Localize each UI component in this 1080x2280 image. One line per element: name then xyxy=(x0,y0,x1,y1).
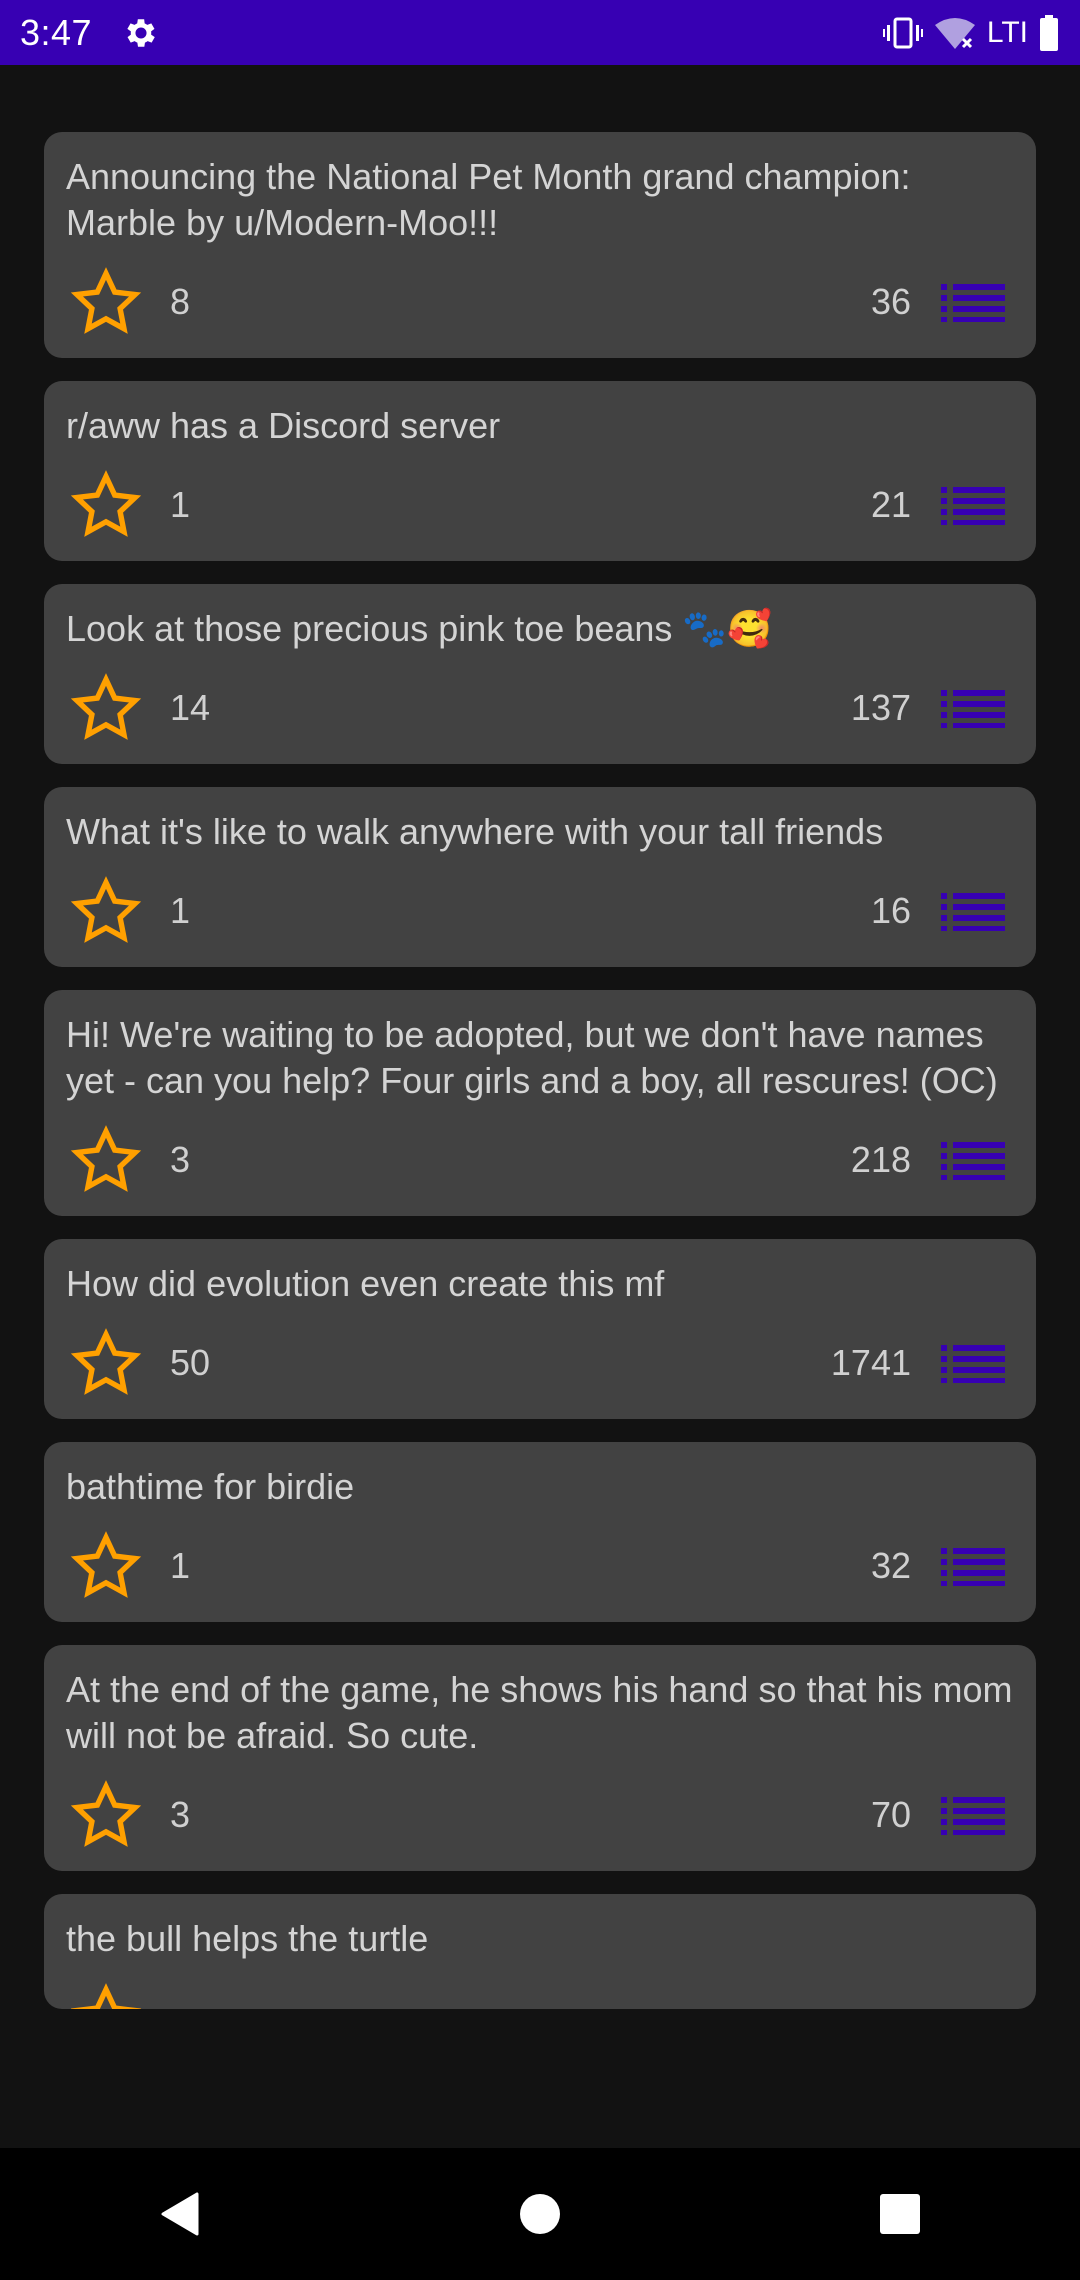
star-icon[interactable] xyxy=(70,672,142,744)
star-count: 50 xyxy=(170,1342,211,1383)
list-icon[interactable] xyxy=(941,485,1005,525)
post-actions: 1 32 xyxy=(66,1510,1014,1622)
post-card[interactable]: What it's like to walk anywhere with you… xyxy=(44,787,1036,967)
recents-icon xyxy=(880,2194,920,2234)
comment-count: 36 xyxy=(870,281,911,322)
post-title: At the end of the game, he shows his han… xyxy=(66,1669,1023,1756)
carrier-label: LTI xyxy=(986,15,1028,49)
post-card[interactable]: At the end of the game, he shows his han… xyxy=(44,1645,1036,1871)
status-icons: LTI xyxy=(882,14,1060,51)
star-icon[interactable] xyxy=(70,1779,142,1851)
comment-count: 1741 xyxy=(830,1342,911,1383)
list-icon[interactable] xyxy=(941,1343,1005,1383)
post-title: Look at those precious pink toe beans 🐾🥰 xyxy=(66,608,773,649)
back-button[interactable] xyxy=(140,2174,220,2254)
post-list-container[interactable]: Announcing the National Pet Month grand … xyxy=(0,65,1080,2148)
post-title: Announcing the National Pet Month grand … xyxy=(66,156,921,243)
post-list[interactable]: Announcing the National Pet Month grand … xyxy=(44,132,1036,2032)
comment-count: 137 xyxy=(850,687,911,728)
battery-icon xyxy=(1040,14,1058,51)
post-actions: 1 16 xyxy=(66,855,1014,967)
list-icon[interactable] xyxy=(941,1140,1005,1180)
comment-count: 70 xyxy=(870,1794,911,1835)
comment-count: 16 xyxy=(870,890,911,931)
post-card[interactable]: Announcing the National Pet Month grand … xyxy=(44,132,1036,358)
post-actions: 8 36 xyxy=(66,246,1014,358)
list-icon[interactable] xyxy=(941,282,1005,322)
comment-count: 21 xyxy=(870,484,911,525)
star-icon[interactable] xyxy=(70,875,142,947)
star-count: 1 xyxy=(170,890,191,931)
status-time: 3:47 xyxy=(20,11,93,53)
star-count: 1 xyxy=(170,484,191,525)
list-icon[interactable] xyxy=(941,891,1005,931)
post-card[interactable]: How did evolution even create this mf 50… xyxy=(44,1239,1036,1419)
post-title: How did evolution even create this mf xyxy=(66,1263,665,1304)
recents-button[interactable] xyxy=(860,2174,940,2254)
home-icon xyxy=(520,2194,560,2234)
list-icon[interactable] xyxy=(941,1795,1005,1835)
home-button[interactable] xyxy=(500,2174,580,2254)
star-count: 1 xyxy=(170,1545,191,1586)
star-icon[interactable] xyxy=(70,469,142,541)
list-icon[interactable] xyxy=(941,688,1005,728)
post-actions: 1 21 xyxy=(66,449,1014,561)
comment-count: 218 xyxy=(850,1139,911,1180)
post-title: bathtime for birdie xyxy=(66,1466,355,1507)
post-card[interactable]: Hi! We're waiting to be adopted, but we … xyxy=(44,990,1036,1216)
star-icon[interactable] xyxy=(70,1982,142,2009)
post-title: the bull helps the turtle xyxy=(66,1918,429,1959)
star-count: 3 xyxy=(170,1794,191,1835)
navigation-bar xyxy=(0,2148,1080,2280)
back-icon xyxy=(161,2192,199,2236)
post-actions: 3 70 xyxy=(66,1759,1014,1871)
list-icon[interactable] xyxy=(941,1546,1005,1586)
star-icon[interactable] xyxy=(70,1530,142,1602)
post-actions xyxy=(66,1962,1014,2009)
vibrate-icon xyxy=(882,17,923,48)
comment-count: 32 xyxy=(870,1545,911,1586)
post-title: r/aww has a Discord server xyxy=(66,405,501,446)
star-count: 14 xyxy=(170,687,211,728)
star-icon[interactable] xyxy=(70,1124,142,1196)
post-actions: 50 1741 xyxy=(66,1307,1014,1419)
star-count: 3 xyxy=(170,1139,191,1180)
post-card[interactable]: Look at those precious pink toe beans 🐾🥰… xyxy=(44,584,1036,764)
post-title: Hi! We're waiting to be adopted, but we … xyxy=(66,1014,998,1101)
post-card[interactable]: r/aww has a Discord server 1 21 xyxy=(44,381,1036,561)
post-actions: 3 218 xyxy=(66,1104,1014,1216)
wifi-off-icon xyxy=(934,17,975,49)
post-card[interactable]: bathtime for birdie 1 32 xyxy=(44,1442,1036,1622)
post-card[interactable]: the bull helps the turtle xyxy=(44,1894,1036,2009)
status-bar: 3:47 LTI xyxy=(0,0,1080,65)
star-icon[interactable] xyxy=(70,266,142,338)
post-title: What it's like to walk anywhere with you… xyxy=(66,811,884,852)
gear-icon xyxy=(127,18,155,47)
star-icon[interactable] xyxy=(70,1327,142,1399)
post-actions: 14 137 xyxy=(66,652,1014,764)
star-count: 8 xyxy=(170,281,191,322)
